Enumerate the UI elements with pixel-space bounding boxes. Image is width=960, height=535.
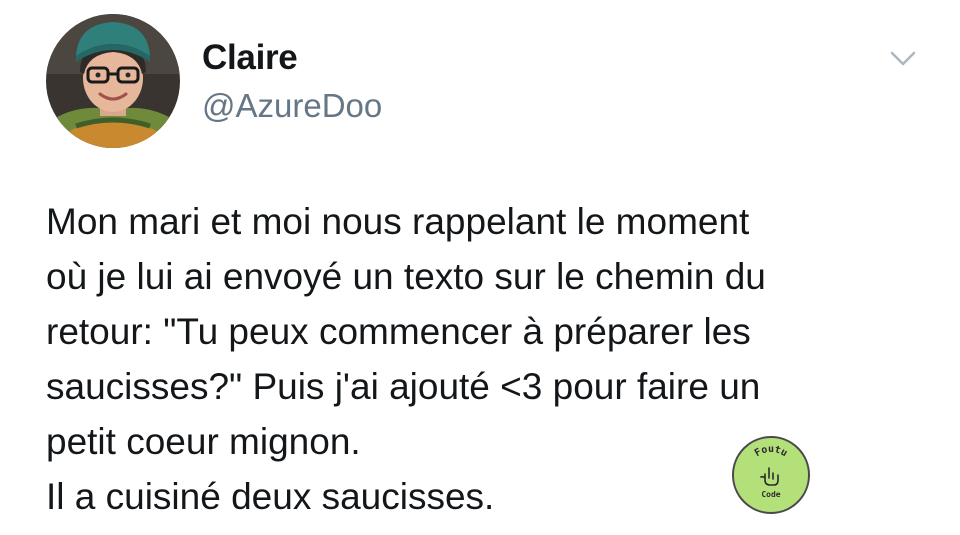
watermark-logo: Foutu Code (732, 436, 810, 514)
watermark-bottom-text: Code (761, 490, 780, 499)
author-display-name[interactable]: Claire (202, 38, 298, 78)
author-handle[interactable]: @AzureDoo (202, 87, 382, 125)
tweet-menu-button[interactable] (886, 46, 920, 70)
tweet-text-line: Mon mari et moi nous rappelant le moment (46, 201, 750, 242)
tweet-text-line: saucisses?" Puis j'ai ajouté <3 pour fai… (46, 366, 761, 407)
tweet-card: Claire @AzureDoo Mon mari et moi nous ra… (0, 0, 960, 535)
avatar[interactable] (46, 14, 180, 148)
chevron-down-icon (890, 51, 916, 66)
tweet-text-line: où je lui ai envoyé un texto sur le chem… (46, 256, 766, 297)
avatar-image (46, 14, 180, 148)
watermark-top-text: Foutu (753, 444, 789, 459)
tweet-text-line: retour: "Tu peux commencer à préparer le… (46, 311, 751, 352)
hand-icon (760, 467, 779, 486)
